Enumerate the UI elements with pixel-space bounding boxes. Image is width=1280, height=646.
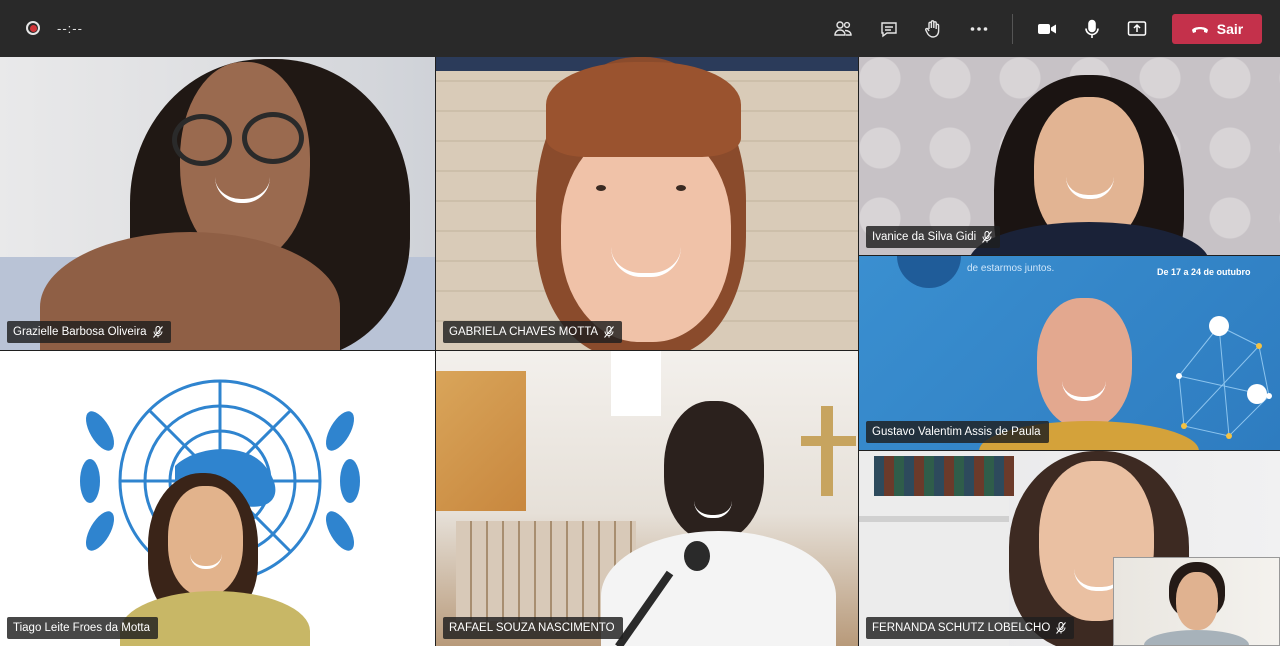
participant-face (664, 401, 764, 541)
participant-name: Gustavo Valentim Assis de Paula (872, 426, 1041, 438)
participant-body (1144, 630, 1249, 645)
mic-off-icon (982, 231, 993, 243)
camera-icon[interactable] (1034, 16, 1060, 42)
mic-off-icon (152, 326, 163, 338)
video-tile-gabriela[interactable]: GABRIELA CHAVES MOTTA (436, 57, 858, 350)
banner-text: de estarmos juntos. (967, 263, 1055, 274)
participant-name-tag: RAFAEL SOUZA NASCIMENTO (443, 617, 623, 639)
share-screen-icon[interactable] (1124, 16, 1150, 42)
participant-name-tag: GABRIELA CHAVES MOTTA (443, 321, 623, 343)
video-tile-gustavo[interactable]: de estarmos juntos. De 17 a 24 de outubr… (859, 256, 1280, 450)
participant-face (1037, 298, 1132, 428)
participant-face (561, 127, 731, 342)
participant-name: Grazielle Barbosa Oliveira (13, 326, 147, 338)
participant-name: Tiago Leite Froes da Motta (13, 622, 151, 634)
participant-name-tag: Ivanice da Silva Gidi (866, 226, 1001, 248)
wall-mural (436, 371, 526, 511)
ceiling-light (611, 351, 661, 416)
mic-off-icon (604, 326, 614, 338)
video-tile-rafael[interactable]: RAFAEL SOUZA NASCIMENTO (436, 351, 858, 646)
video-tile-ivanice[interactable]: Ivanice da Silva Gidi (859, 57, 1280, 255)
microphone-prop (684, 541, 710, 571)
mic-off-icon (1056, 622, 1067, 634)
participant-name: FERNANDA SCHUTZ LOBELCHO (872, 622, 1051, 634)
wall-cross-bar (801, 436, 856, 446)
hang-up-icon (1191, 27, 1208, 33)
recording-icon (26, 21, 40, 35)
eye-right (676, 185, 686, 191)
participant-body (601, 531, 836, 646)
leave-label: Sair (1216, 21, 1244, 37)
date-range-text: De 17 a 24 de outubro (1157, 267, 1251, 277)
participant-bangs (546, 62, 741, 157)
more-options-icon[interactable] (966, 16, 992, 42)
participant-name-tag: Tiago Leite Froes da Motta (7, 617, 159, 639)
glasses-right (242, 112, 304, 164)
participant-name-tag: Gustavo Valentim Assis de Paula (866, 421, 1049, 443)
participant-face (1176, 572, 1218, 630)
wall-cross (821, 406, 833, 496)
meeting-toolbar: --:-- Sair (0, 0, 1280, 57)
video-tile-tiago[interactable]: Tiago Leite Froes da Motta (0, 351, 435, 646)
participant-name-tag: Grazielle Barbosa Oliveira (7, 321, 171, 343)
books (874, 456, 1014, 496)
raise-hand-icon[interactable] (920, 16, 946, 42)
chat-icon[interactable] (876, 16, 902, 42)
event-logo (897, 256, 961, 288)
participant-name: RAFAEL SOUZA NASCIMENTO (449, 622, 615, 634)
eye-left (596, 185, 606, 191)
recording-timer: --:-- (57, 21, 83, 36)
shelf (859, 516, 1009, 522)
participant-face (168, 486, 243, 596)
glasses-left (172, 114, 232, 166)
network-graphic (1176, 316, 1272, 439)
participants-icon[interactable] (830, 16, 856, 42)
toolbar-divider (1012, 14, 1013, 44)
self-view-video[interactable] (1113, 557, 1280, 646)
leave-button[interactable]: Sair (1172, 14, 1262, 44)
microphone-icon[interactable] (1079, 16, 1105, 42)
video-tile-grazielle[interactable]: Grazielle Barbosa Oliveira (0, 57, 435, 350)
participant-name-tag: FERNANDA SCHUTZ LOBELCHO (866, 617, 1075, 639)
participant-name: Ivanice da Silva Gidi (872, 231, 977, 243)
participant-name: GABRIELA CHAVES MOTTA (449, 326, 599, 338)
